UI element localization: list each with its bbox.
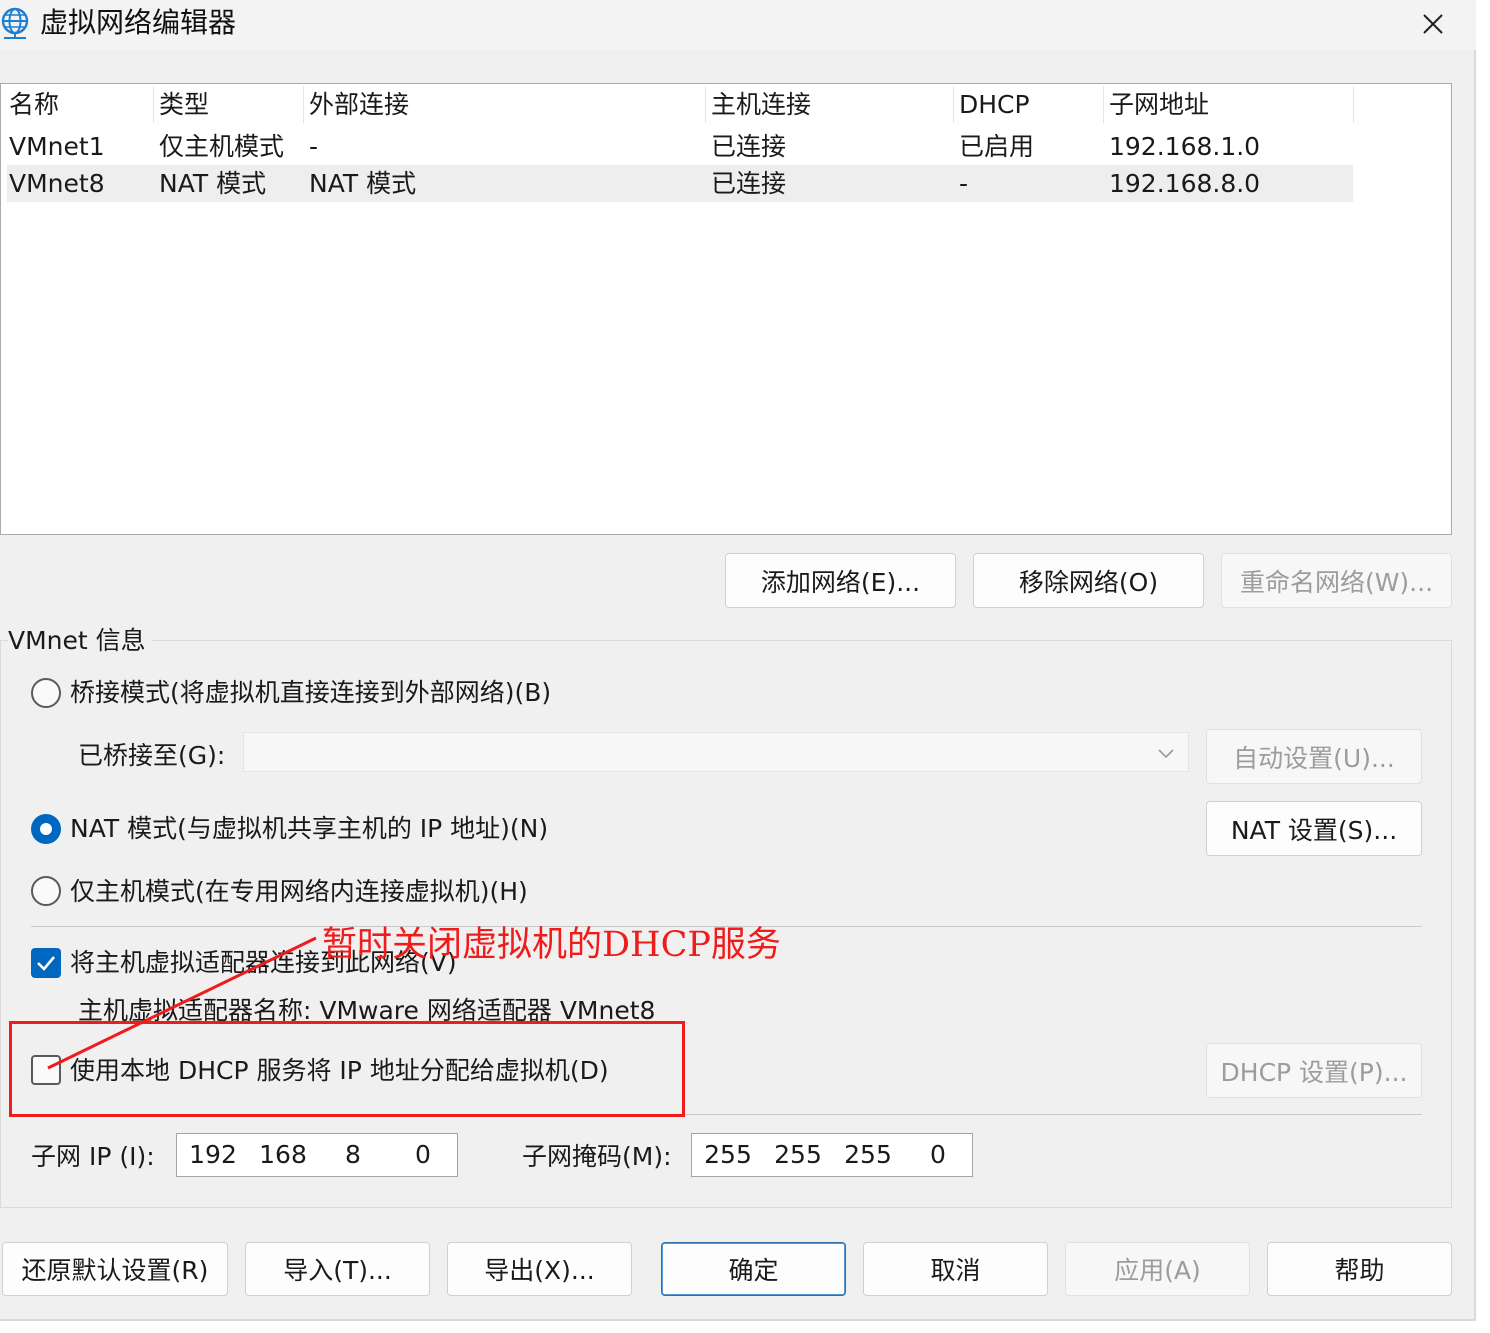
vmnet-info-group [0, 640, 1452, 1208]
subnet-mask-input[interactable]: 255 255 255 0 [691, 1133, 973, 1177]
checkmark-icon [37, 956, 55, 971]
connect-adapter-label[interactable]: 将主机虚拟适配器连接到此网络(V) [70, 947, 457, 979]
restore-defaults-button[interactable]: 还原默认设置(R) [2, 1242, 228, 1296]
rename-network-button[interactable]: 重命名网络(W)... [1221, 553, 1452, 608]
connect-adapter-checkbox[interactable] [31, 948, 61, 978]
subnet-ip-octet-1: 192 [189, 1140, 237, 1169]
table-header-row: 名称 类型 外部连接 主机连接 DHCP 子网地址 [7, 86, 1354, 123]
window-title: 虚拟网络编辑器 [40, 6, 237, 39]
row-cell-external: - [309, 132, 319, 161]
remove-network-button[interactable]: 移除网络(O) [973, 553, 1204, 608]
column-header-dhcp[interactable]: DHCP [957, 86, 1104, 123]
host-only-mode-radio[interactable] [31, 876, 61, 906]
subnet-ip-octet-3: 8 [345, 1140, 361, 1169]
subnet-mask-octet-1: 255 [704, 1140, 752, 1169]
nat-mode-radio[interactable] [31, 814, 61, 844]
close-icon [1423, 14, 1443, 34]
subnet-ip-label: 子网 IP (I): [31, 1142, 155, 1171]
separator [31, 1114, 1422, 1115]
row-cell-dhcp: 已启用 [959, 132, 1035, 161]
bridged-to-label: 已桥接至(G): [78, 741, 226, 770]
row-cell-host-connection: 已连接 [711, 132, 787, 161]
nat-settings-button[interactable]: NAT 设置(S)... [1206, 801, 1422, 856]
table-row-selected[interactable]: VMnet8 NAT 模式 NAT 模式 已连接 - 192.168.8.0 [7, 165, 1353, 202]
adapter-name-label: 主机虚拟适配器名称: VMware 网络适配器 VMnet8 [78, 996, 656, 1025]
subnet-ip-octet-2: 168 [259, 1140, 307, 1169]
bridged-mode-label[interactable]: 桥接模式(将虚拟机直接连接到外部网络)(B) [70, 677, 551, 709]
close-button[interactable] [1408, 4, 1458, 44]
add-network-button[interactable]: 添加网络(E)... [725, 553, 956, 608]
dhcp-settings-button[interactable]: DHCP 设置(P)... [1206, 1043, 1422, 1098]
row-cell-type: 仅主机模式 [159, 132, 285, 161]
row-cell-dhcp: - [959, 169, 969, 198]
subnet-mask-octet-2: 255 [774, 1140, 822, 1169]
row-cell-type: NAT 模式 [159, 169, 267, 198]
import-button[interactable]: 导入(T)... [245, 1242, 430, 1296]
column-header-external[interactable]: 外部连接 [307, 86, 706, 123]
use-dhcp-label[interactable]: 使用本地 DHCP 服务将 IP 地址分配给虚拟机(D) [70, 1055, 609, 1087]
column-header-host-connection[interactable]: 主机连接 [709, 86, 954, 123]
row-cell-subnet: 192.168.8.0 [1109, 169, 1261, 198]
title-bar: 虚拟网络编辑器 [0, 0, 1476, 50]
use-dhcp-checkbox[interactable] [31, 1055, 61, 1085]
bridged-mode-radio[interactable] [31, 678, 61, 708]
row-cell-name: VMnet8 [9, 169, 105, 198]
subnet-mask-octet-4: 0 [930, 1140, 946, 1169]
host-only-mode-label[interactable]: 仅主机模式(在专用网络内连接虚拟机)(H) [70, 876, 528, 908]
column-header-name[interactable]: 名称 [7, 86, 154, 123]
apply-button[interactable]: 应用(A) [1065, 1242, 1250, 1296]
column-header-subnet[interactable]: 子网地址 [1107, 86, 1354, 123]
ok-button[interactable]: 确定 [661, 1242, 846, 1296]
globe-network-icon [1, 7, 29, 39]
row-cell-name: VMnet1 [9, 132, 105, 161]
help-button[interactable]: 帮助 [1267, 1242, 1452, 1296]
row-cell-external: NAT 模式 [309, 169, 417, 198]
separator [31, 926, 1422, 927]
bridged-to-select[interactable] [243, 732, 1189, 772]
subnet-mask-octet-3: 255 [844, 1140, 892, 1169]
cancel-button[interactable]: 取消 [863, 1242, 1048, 1296]
virtual-network-editor-dialog: 虚拟网络编辑器 名称 类型 外部连接 主机连接 DHCP 子网地址 VMnet1… [0, 0, 1476, 1321]
network-list-table[interactable]: 名称 类型 外部连接 主机连接 DHCP 子网地址 VMnet1 仅主机模式 -… [0, 83, 1452, 535]
subnet-ip-input[interactable]: 192 168 8 0 [176, 1133, 458, 1177]
chevron-down-icon [1158, 749, 1174, 759]
subnet-ip-octet-4: 0 [415, 1140, 431, 1169]
row-cell-host-connection: 已连接 [711, 169, 787, 198]
subnet-mask-label: 子网掩码(M): [522, 1142, 672, 1171]
export-button[interactable]: 导出(X)... [447, 1242, 632, 1296]
column-header-type[interactable]: 类型 [157, 86, 304, 123]
row-cell-subnet: 192.168.1.0 [1109, 132, 1261, 161]
auto-settings-button[interactable]: 自动设置(U)... [1206, 729, 1422, 784]
table-row[interactable]: VMnet1 仅主机模式 - 已连接 已启用 192.168.1.0 [7, 128, 1353, 165]
vmnet-info-title: VMnet 信息 [8, 626, 152, 656]
nat-mode-label[interactable]: NAT 模式(与虚拟机共享主机的 IP 地址)(N) [70, 813, 548, 845]
